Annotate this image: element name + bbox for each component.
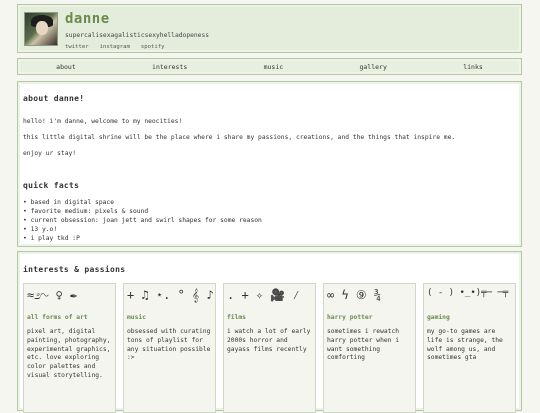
about-section: about danne! hello! i'm danne, welcome t… xyxy=(17,81,522,247)
card-description: obsessed with curating tons of playlist … xyxy=(127,328,211,362)
harry-potter-icon: ∞ ϟ ⑨ ¾ xyxy=(327,288,382,302)
nav-gallery[interactable]: gallery xyxy=(359,63,386,71)
about-heading: about danne! xyxy=(23,94,85,103)
fact-item: • current obsession: joan jett and swirl… xyxy=(23,217,262,224)
interest-card-harry-potter: ∞ ϟ ⑨ ¾ harry potter sometimes i rewatch… xyxy=(323,283,416,413)
about-paragraph-3: enjoy ur stay! xyxy=(23,150,77,157)
card-title: gaming xyxy=(427,314,450,321)
fact-item: • favorite medium: pixels & sound xyxy=(23,208,149,215)
site-header: danne supercalisexagalisticsexyhelladope… xyxy=(17,4,522,53)
site-title: danne xyxy=(65,11,110,27)
card-description: i watch a lot of early 2000s horror and … xyxy=(227,328,311,353)
nav-interests[interactable]: interests xyxy=(152,63,187,71)
quick-facts-list: • based in digital space • favorite medi… xyxy=(23,198,262,243)
interests-heading: interests & passions xyxy=(23,265,126,274)
main-nav: about interests music gallery links xyxy=(17,58,522,75)
spotify-link[interactable]: spotify xyxy=(141,44,165,50)
nav-about[interactable]: about xyxy=(56,63,76,71)
instagram-link[interactable]: instagram xyxy=(100,44,130,50)
interest-card-art: ≈೨∿ ♀ ✒ all forms of art pixel art, digi… xyxy=(23,283,116,413)
music-notes-icon: + ♫ ⋆. ° 𝄞 ♪ xyxy=(127,288,214,302)
quick-facts-heading: quick facts xyxy=(23,181,80,190)
card-description: pixel art, digital painting, photography… xyxy=(27,328,111,379)
fact-item: • 13 y.o! xyxy=(23,226,58,233)
about-paragraph-1: hello! i'm danne, welcome to my neocitie… xyxy=(23,118,183,125)
about-paragraph-2: this little digital shrine will be the p… xyxy=(23,134,456,141)
gaming-kaomoji-icon: ( - ) •_•)╤─ ─╤ xyxy=(427,288,509,298)
card-title: films xyxy=(227,314,246,321)
art-doodle-icon: ≈೨∿ ♀ ✒ xyxy=(27,288,78,302)
nav-links[interactable]: links xyxy=(463,63,483,71)
social-links: twitter instagram spotify xyxy=(65,44,164,50)
card-title: music xyxy=(127,314,146,321)
interest-card-music: + ♫ ⋆. ° 𝄞 ♪ music obsessed with curatin… xyxy=(123,283,216,413)
avatar xyxy=(24,12,58,46)
nav-music[interactable]: music xyxy=(264,63,284,71)
card-title: all forms of art xyxy=(27,314,88,321)
card-description: sometimes i rewatch harry potter when i … xyxy=(327,328,400,362)
twitter-link[interactable]: twitter xyxy=(65,44,89,50)
card-title: harry potter xyxy=(327,314,373,321)
interest-card-gaming: ( - ) •_•)╤─ ─╤ gaming my go-to games ar… xyxy=(423,283,516,413)
fact-item: • based in digital space xyxy=(23,199,114,206)
card-description: my go-to games are life is strange, the … xyxy=(427,328,503,362)
site-tagline: supercalisexagalisticsexyhelladopeness xyxy=(65,32,210,39)
interests-section: interests & passions ≈೨∿ ♀ ✒ all forms o… xyxy=(17,251,522,413)
interest-card-films: . + ✧ 🎥 ⁄ films i watch a lot of early 2… xyxy=(223,283,316,413)
film-camera-icon: . + ✧ 🎥 ⁄ xyxy=(227,288,300,302)
fact-item: • i play tkd :P xyxy=(23,235,80,242)
